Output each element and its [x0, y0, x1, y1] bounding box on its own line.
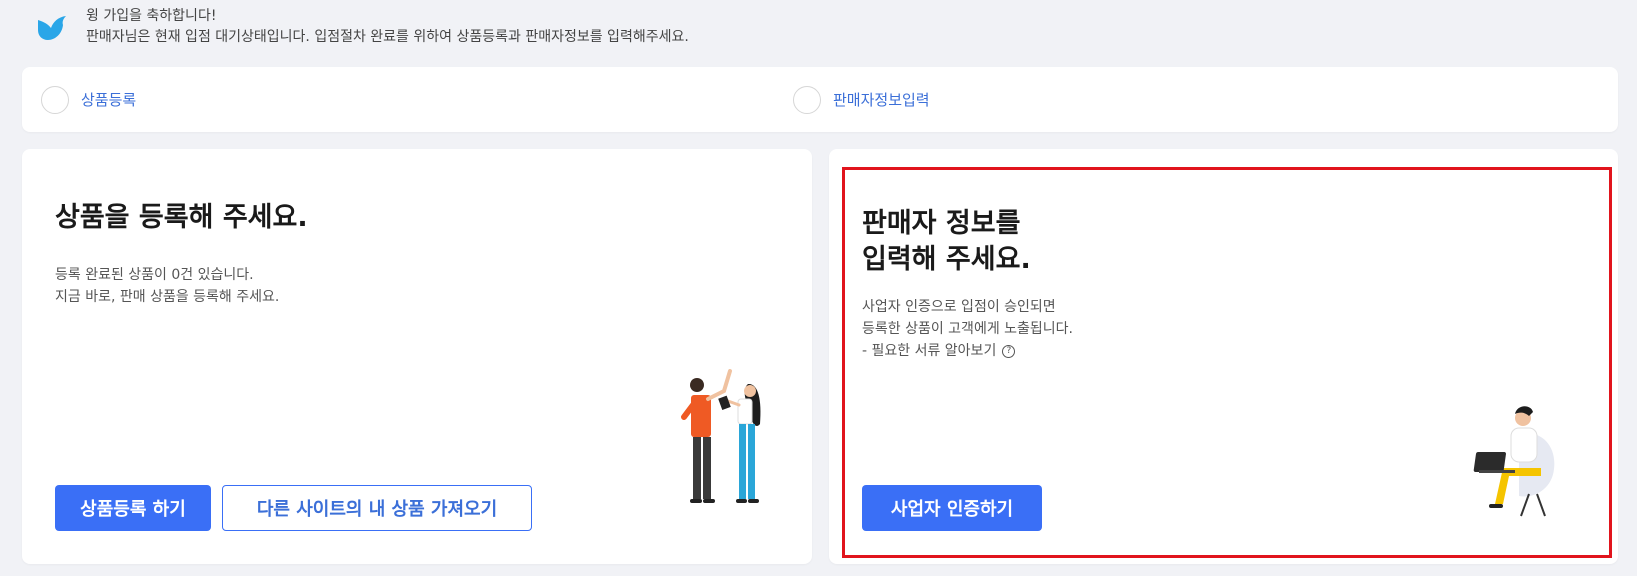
- step-checkbox-icon[interactable]: [41, 85, 69, 114]
- step-label[interactable]: 판매자정보입력: [833, 89, 930, 110]
- product-registration-card: 상품을 등록해 주세요. 등록 완료된 상품이 0건 있습니다. 지금 바로, …: [22, 149, 812, 564]
- people-illustration: [681, 369, 761, 503]
- product-card-title: 상품을 등록해 주세요.: [55, 202, 308, 233]
- notice-title: 윙 가입을 축하합니다!: [86, 8, 217, 24]
- import-products-button[interactable]: 다른 사이트의 내 상품 가져오기: [222, 485, 532, 531]
- step-checkbox-icon[interactable]: [793, 85, 821, 114]
- step-seller-info[interactable]: 판매자정보입력: [793, 67, 930, 132]
- bird-icon: [38, 16, 66, 40]
- register-product-button[interactable]: 상품등록 하기: [55, 485, 211, 531]
- step-product-registration[interactable]: 상품등록: [41, 67, 136, 132]
- notice-message: 판매자님은 현재 입점 대기상태입니다. 입점절차 완료를 위하여 상품등록과 …: [86, 29, 689, 45]
- product-cta-text: 지금 바로, 판매 상품을 등록해 주세요.: [55, 289, 280, 305]
- highlight-box: [842, 167, 1612, 558]
- onboarding-steps: 상품등록 판매자정보입력: [22, 67, 1618, 132]
- product-count-text: 등록 완료된 상품이 0건 있습니다.: [55, 267, 254, 283]
- signup-notice: 윙 가입을 축하합니다! 판매자님은 현재 입점 대기상태입니다. 입점절차 완…: [36, 6, 689, 48]
- step-label[interactable]: 상품등록: [81, 89, 136, 110]
